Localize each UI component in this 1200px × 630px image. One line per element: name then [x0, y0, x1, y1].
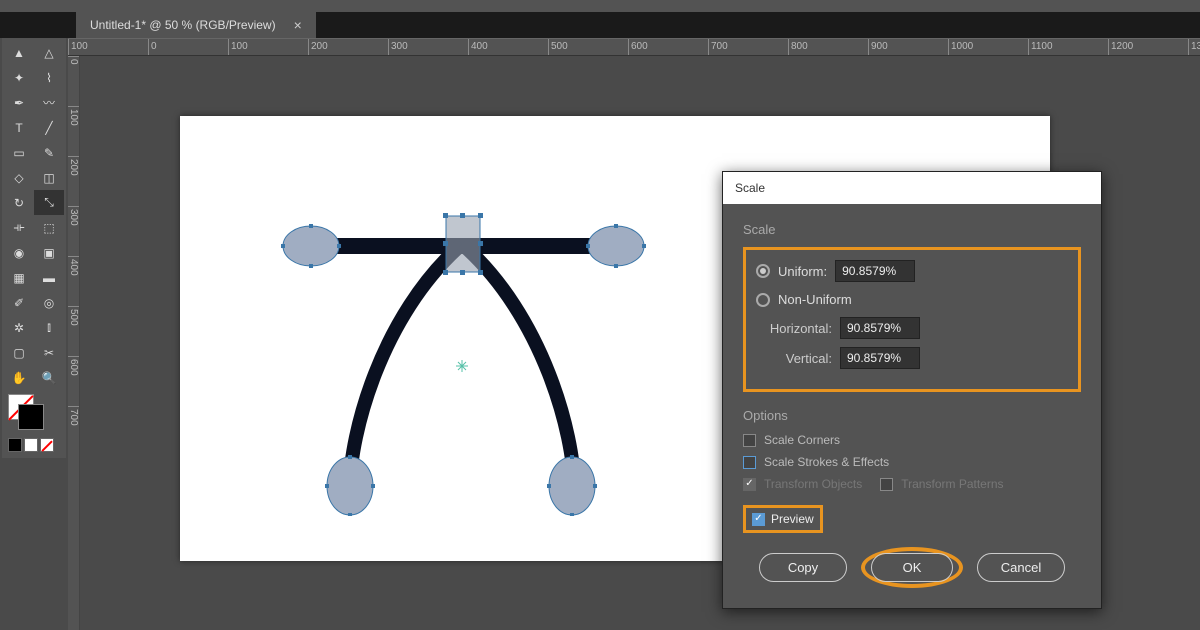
ruler-tick: 900 [868, 39, 948, 55]
vertical-label: Vertical: [756, 351, 832, 366]
eyedropper-tool[interactable]: ✐ [4, 290, 34, 315]
curvature-tool[interactable]: 〰 [34, 90, 64, 115]
ruler-tick: 100 [228, 39, 308, 55]
fill-stroke-swatches[interactable] [4, 390, 64, 456]
artboard-tool[interactable]: ▢ [4, 340, 34, 365]
lasso-tool[interactable]: ⌇ [34, 65, 64, 90]
ruler-horizontal: 1000100200300400500600700800900100011001… [68, 38, 1200, 56]
document-tabs: Untitled-1* @ 50 % (RGB/Preview) × [0, 12, 1200, 38]
transform-objects-label: Transform Objects [764, 477, 862, 491]
uniform-input[interactable] [835, 260, 915, 282]
ruler-tick: 200 [308, 39, 388, 55]
options-section-label: Options [743, 408, 1081, 423]
scale-highlight: Uniform: Non-Uniform Horizontal: Vertica… [743, 247, 1081, 392]
ruler-tick: 500 [68, 306, 79, 356]
uniform-label: Uniform: [778, 264, 827, 279]
ruler-tick: 1200 [1108, 39, 1188, 55]
scale-corners-label: Scale Corners [764, 433, 840, 447]
tab-title: Untitled-1* @ 50 % (RGB/Preview) [90, 18, 276, 32]
close-icon[interactable]: × [294, 17, 302, 33]
shaper-tool[interactable]: ◇ [4, 165, 34, 190]
gradient-mode[interactable] [24, 438, 38, 452]
ruler-tick: 200 [68, 156, 79, 206]
scale-dialog: Scale Scale Uniform: Non-Uniform Horizon… [722, 171, 1102, 609]
preview-label: Preview [771, 512, 814, 526]
ruler-tick: 600 [628, 39, 708, 55]
ruler-vertical: 0100200300400500600700 [68, 56, 80, 630]
rotate-tool[interactable]: ↻ [4, 190, 34, 215]
transform-patterns-checkbox [880, 478, 893, 491]
uniform-radio[interactable] [756, 264, 770, 278]
ruler-tick: 700 [68, 406, 79, 456]
gradient-tool[interactable]: ▬ [34, 265, 64, 290]
ruler-tick: 100 [68, 106, 79, 156]
document-tab[interactable]: Untitled-1* @ 50 % (RGB/Preview) × [76, 12, 316, 38]
horizontal-label: Horizontal: [756, 321, 832, 336]
line-tool[interactable]: ╱ [34, 115, 64, 140]
rectangle-tool[interactable]: ▭ [4, 140, 34, 165]
ruler-tick: 500 [548, 39, 628, 55]
ruler-tick: 1100 [1028, 39, 1108, 55]
blend-tool[interactable]: ◎ [34, 290, 64, 315]
none-mode[interactable] [40, 438, 54, 452]
vector-artwork [270, 186, 650, 516]
cancel-button[interactable]: Cancel [977, 553, 1065, 582]
dialog-title: Scale [723, 172, 1101, 204]
magic-wand-tool[interactable]: ✦ [4, 65, 34, 90]
preview-highlight: Preview [743, 505, 823, 533]
canvas[interactable]: Scale Scale Uniform: Non-Uniform Horizon… [80, 56, 1200, 630]
ruler-tick: 300 [388, 39, 468, 55]
ok-highlight: OK [861, 547, 963, 588]
ruler-tick: 0 [68, 56, 79, 106]
scale-tool[interactable]: ⤡ [34, 190, 64, 215]
stroke-swatch[interactable] [18, 404, 44, 430]
zoom-tool[interactable]: 🔍 [34, 365, 64, 390]
symbol-sprayer-tool[interactable]: ✲ [4, 315, 34, 340]
ruler-tick: 300 [68, 206, 79, 256]
pen-tool[interactable]: ✒ [4, 90, 34, 115]
preview-checkbox[interactable] [752, 513, 765, 526]
toolbox: ▲△✦⌇✒〰T╱▭✎◇◫↻⤡⟛⬚◉▣▦▬✐◎✲⫾▢✂✋🔍 [2, 38, 66, 458]
direct-selection-tool[interactable]: △ [34, 40, 64, 65]
ruler-tick: 100 [68, 39, 148, 55]
eraser-tool[interactable]: ◫ [34, 165, 64, 190]
type-tool[interactable]: T [4, 115, 34, 140]
width-tool[interactable]: ⟛ [4, 215, 34, 240]
horizontal-input[interactable] [840, 317, 920, 339]
slice-tool[interactable]: ✂ [34, 340, 64, 365]
ok-button[interactable]: OK [871, 553, 953, 582]
nonuniform-label: Non-Uniform [778, 292, 852, 307]
perspective-tool[interactable]: ▣ [34, 240, 64, 265]
ruler-tick: 800 [788, 39, 868, 55]
transform-objects-checkbox [743, 478, 756, 491]
ruler-tick: 400 [468, 39, 548, 55]
selection-tool[interactable]: ▲ [4, 40, 34, 65]
transform-patterns-label: Transform Patterns [901, 477, 1003, 491]
scale-section-label: Scale [743, 222, 1081, 237]
ruler-tick: 1300 [1188, 39, 1200, 55]
hand-tool[interactable]: ✋ [4, 365, 34, 390]
free-transform-tool[interactable]: ⬚ [34, 215, 64, 240]
scale-corners-checkbox[interactable] [743, 434, 756, 447]
ruler-tick: 400 [68, 256, 79, 306]
dialog-title-text: Scale [735, 181, 765, 195]
scale-strokes-checkbox[interactable] [743, 456, 756, 469]
ruler-tick: 700 [708, 39, 788, 55]
menubar [0, 0, 1200, 12]
paintbrush-tool[interactable]: ✎ [34, 140, 64, 165]
column-graph-tool[interactable]: ⫾ [34, 315, 64, 340]
nonuniform-radio[interactable] [756, 293, 770, 307]
scale-strokes-label: Scale Strokes & Effects [764, 455, 889, 469]
ruler-tick: 1000 [948, 39, 1028, 55]
copy-button[interactable]: Copy [759, 553, 847, 582]
ruler-tick: 0 [148, 39, 228, 55]
color-mode[interactable] [8, 438, 22, 452]
shape-builder-tool[interactable]: ◉ [4, 240, 34, 265]
ruler-tick: 600 [68, 356, 79, 406]
mesh-tool[interactable]: ▦ [4, 265, 34, 290]
vertical-input[interactable] [840, 347, 920, 369]
